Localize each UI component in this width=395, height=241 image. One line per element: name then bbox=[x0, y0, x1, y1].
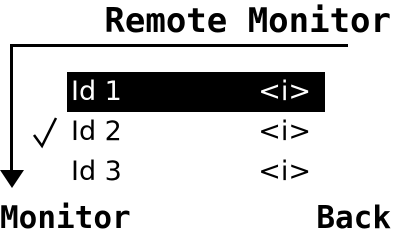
remote-monitor-screen: Remote Monitor Id 1 <i> Id 2 <i> Id 3 <i… bbox=[0, 0, 395, 241]
list-item-id-3[interactable]: Id 3 <i> bbox=[67, 152, 325, 192]
monitor-softkey[interactable]: Monitor bbox=[0, 199, 131, 237]
info-indicator[interactable]: <i> bbox=[258, 155, 311, 189]
list-item-id-1[interactable]: Id 1 <i> bbox=[67, 72, 325, 112]
tree-vertical-line bbox=[10, 44, 13, 174]
list-item-label: Id 3 bbox=[71, 156, 122, 187]
checkmark-icon bbox=[32, 117, 58, 149]
back-softkey[interactable]: Back bbox=[316, 199, 391, 237]
scroll-down-arrow-icon[interactable] bbox=[0, 170, 24, 190]
screen-title: Remote Monitor bbox=[104, 1, 391, 41]
tree-top-line bbox=[10, 44, 348, 47]
info-indicator[interactable]: <i> bbox=[258, 115, 311, 149]
list-item-label: Id 2 bbox=[71, 116, 122, 147]
list-item-label: Id 1 bbox=[71, 76, 122, 107]
list-item-id-2[interactable]: Id 2 <i> bbox=[67, 112, 325, 152]
info-indicator[interactable]: <i> bbox=[258, 75, 311, 109]
